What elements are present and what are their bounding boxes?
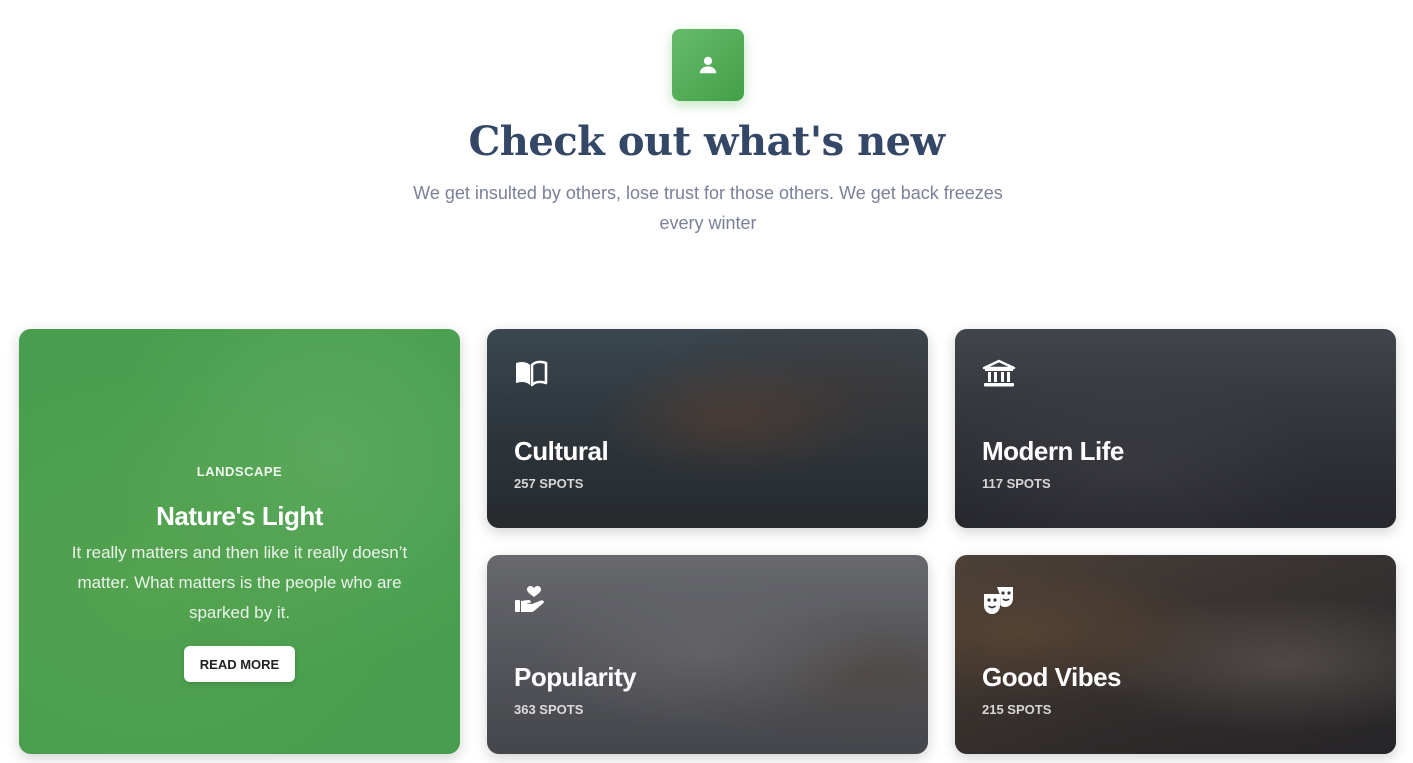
category-card-popularity[interactable]: Popularity 363 SPOTS	[487, 555, 928, 754]
card-spots: 215 SPOTS	[982, 702, 1052, 717]
read-more-button[interactable]: READ MORE	[184, 646, 295, 682]
museum-icon	[982, 359, 1016, 387]
card-title: Good Vibes	[982, 662, 1122, 692]
card-spots: 257 SPOTS	[514, 476, 584, 491]
hand-heart-icon	[515, 586, 544, 612]
card-shade	[487, 555, 928, 754]
user-icon	[699, 56, 717, 74]
header-badge	[672, 29, 744, 101]
card-shade	[955, 329, 1396, 528]
featured-category: LANDSCAPE	[196, 464, 283, 479]
page-subtitle: We get insulted by others, lose trust fo…	[413, 183, 1003, 233]
featured-description: It really matters and then like it reall…	[71, 543, 408, 622]
featured-card[interactable]: LANDSCAPE Nature's Light It really matte…	[19, 329, 460, 754]
card-title: Popularity	[514, 662, 637, 692]
card-shade	[955, 555, 1396, 754]
card-shade	[487, 329, 928, 528]
featured-content: LANDSCAPE Nature's Light It really matte…	[19, 329, 460, 754]
featured-title: Nature's Light	[156, 501, 323, 531]
theater-masks-icon	[984, 587, 1013, 614]
category-card-modern-life[interactable]: Modern Life 117 SPOTS	[955, 329, 1396, 528]
card-spots: 117 SPOTS	[982, 476, 1051, 491]
category-card-cultural[interactable]: Cultural 257 SPOTS	[487, 329, 928, 528]
book-icon	[516, 360, 548, 387]
card-spots: 363 SPOTS	[514, 702, 584, 717]
card-title: Cultural	[514, 436, 609, 466]
card-title: Modern Life	[982, 436, 1124, 466]
category-card-good-vibes[interactable]: Good Vibes 215 SPOTS	[955, 555, 1396, 754]
page-title: Check out what's new	[468, 118, 945, 165]
